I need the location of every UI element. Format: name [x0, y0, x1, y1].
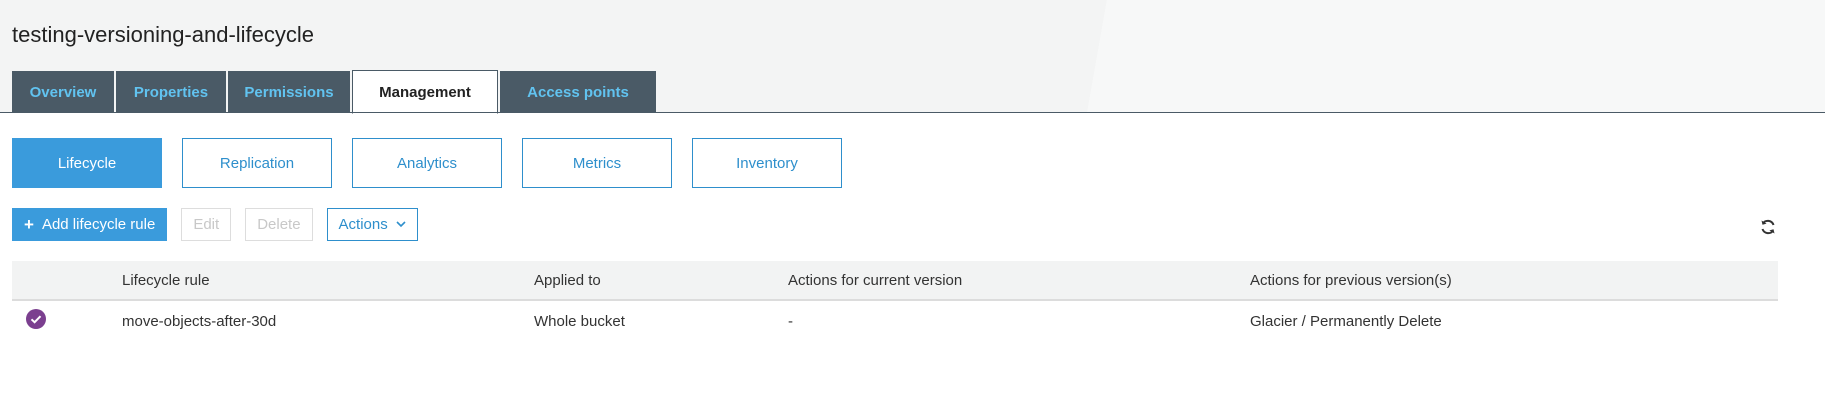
table-header: Lifecycle rule Applied to Actions for cu… — [12, 261, 1778, 301]
main-tabs: Overview Properties Permissions Manageme… — [12, 70, 658, 114]
delete-button[interactable]: Delete — [245, 208, 313, 241]
tab-properties[interactable]: Properties — [116, 71, 226, 113]
lifecycle-toolbar: + Add lifecycle rule Edit Delete Actions — [12, 208, 432, 241]
tab-management[interactable]: Management — [352, 70, 498, 114]
rule-name: move-objects-after-30d — [122, 312, 277, 330]
column-header-current-version[interactable]: Actions for current version — [788, 261, 962, 299]
refresh-icon[interactable] — [1759, 218, 1777, 236]
management-subtabs: Lifecycle Replication Analytics Metrics … — [12, 138, 862, 188]
column-header-previous-versions[interactable]: Actions for previous version(s) — [1250, 261, 1452, 299]
column-header-lifecycle-rule[interactable]: Lifecycle rule — [122, 261, 210, 299]
applied-to: Whole bucket — [534, 312, 625, 330]
check-circle-icon — [26, 309, 46, 333]
add-lifecycle-rule-button[interactable]: + Add lifecycle rule — [12, 208, 168, 241]
edit-button[interactable]: Edit — [181, 208, 232, 241]
page-title: testing-versioning-and-lifecycle — [12, 22, 315, 47]
subtab-inventory[interactable]: Inventory — [692, 138, 842, 188]
status-cell — [26, 301, 46, 341]
column-header-applied-to[interactable]: Applied to — [534, 261, 601, 299]
table-row[interactable]: move-objects-after-30d Whole bucket - Gl… — [12, 301, 1778, 341]
actions-dropdown-button[interactable]: Actions — [326, 208, 418, 241]
subtab-replication[interactable]: Replication — [182, 138, 332, 188]
plus-icon: + — [24, 214, 34, 234]
actions-label: Actions — [338, 216, 388, 233]
tab-overview[interactable]: Overview — [12, 71, 114, 113]
current-version-actions: - — [788, 312, 793, 330]
tab-divider — [0, 112, 1825, 113]
tab-permissions[interactable]: Permissions — [228, 71, 350, 113]
subtab-lifecycle[interactable]: Lifecycle — [12, 138, 162, 188]
subtab-analytics[interactable]: Analytics — [352, 138, 502, 188]
previous-version-actions: Glacier / Permanently Delete — [1250, 312, 1442, 330]
subtab-metrics[interactable]: Metrics — [522, 138, 672, 188]
lifecycle-rules-table: Lifecycle rule Applied to Actions for cu… — [12, 261, 1778, 341]
chevron-down-icon — [396, 221, 406, 228]
tab-access-points[interactable]: Access points — [500, 71, 656, 113]
add-lifecycle-rule-label: Add lifecycle rule — [41, 216, 156, 233]
